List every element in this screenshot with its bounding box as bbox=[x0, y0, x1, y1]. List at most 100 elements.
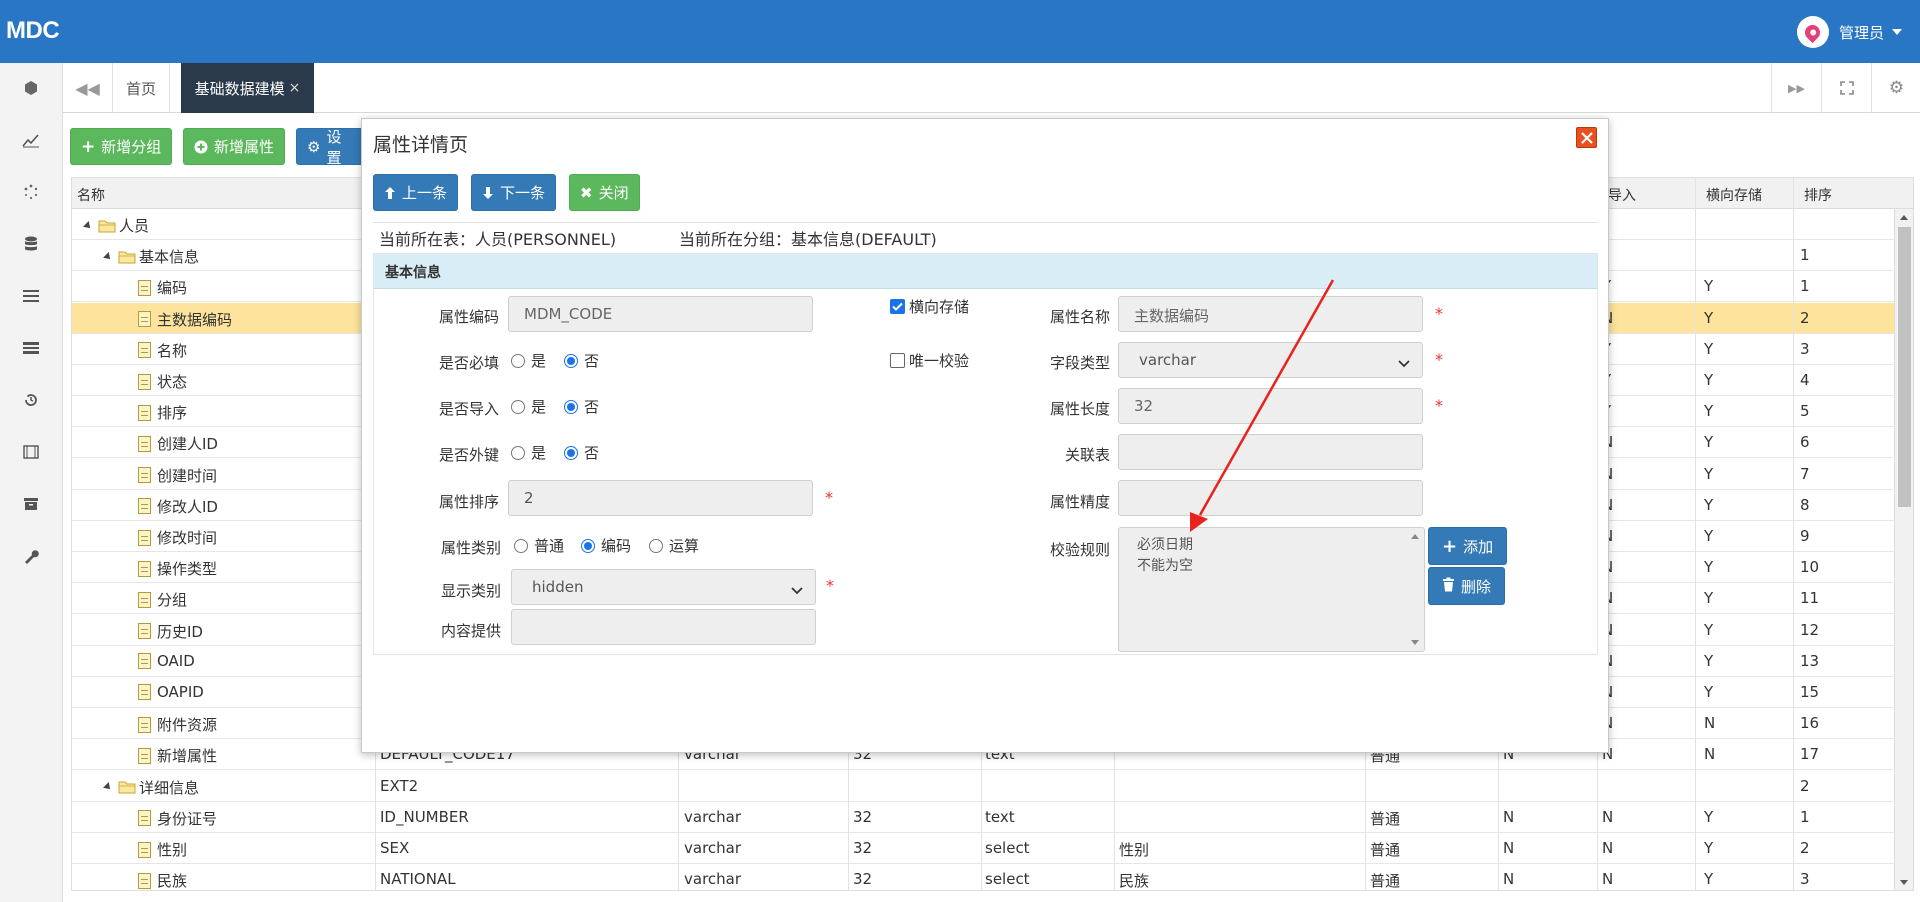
cell-required: N bbox=[1503, 807, 1515, 826]
import-yes-radio[interactable]: 是 bbox=[511, 396, 546, 417]
horizontal-storage-checkbox[interactable]: 横向存储 bbox=[890, 296, 969, 317]
display-type-select[interactable]: hidden bbox=[511, 569, 816, 605]
spinner-icon[interactable] bbox=[18, 179, 44, 205]
history-icon[interactable] bbox=[18, 387, 44, 413]
add-group-button[interactable]: + 新增分组 bbox=[70, 128, 173, 165]
tree-node[interactable]: 身份证号 bbox=[138, 808, 217, 829]
category-normal-radio[interactable]: 普通 bbox=[514, 535, 564, 556]
content-provider-field[interactable] bbox=[511, 609, 816, 645]
precision-field[interactable] bbox=[1118, 480, 1423, 516]
settings-button[interactable]: ⚙ bbox=[1871, 63, 1920, 113]
field-type-select[interactable]: varchar bbox=[1118, 342, 1423, 378]
close-dialog-button[interactable]: ✖ 关闭 bbox=[569, 174, 640, 211]
tree-node[interactable]: 历史ID bbox=[138, 621, 203, 642]
list-icon[interactable] bbox=[18, 283, 44, 309]
table-row[interactable]: 性别 SEX varchar 32 select 性别 普通 N N Y 2 bbox=[72, 833, 1913, 864]
unique-check-checkbox[interactable]: 唯一校验 bbox=[890, 350, 969, 371]
col-sort[interactable]: 排序 bbox=[1804, 185, 1832, 205]
tree-node[interactable]: 状态 bbox=[138, 371, 187, 392]
tab-label: 基础数据建模 bbox=[194, 79, 285, 98]
ref-table-field[interactable] bbox=[1118, 434, 1423, 470]
required-no-radio[interactable]: 否 bbox=[564, 350, 599, 371]
rule-item[interactable]: 必须日期 bbox=[1137, 535, 1406, 556]
delete-rule-button[interactable]: 删除 bbox=[1428, 567, 1506, 605]
tab-data-modeling[interactable]: 基础数据建模 × bbox=[181, 63, 314, 113]
tree-node[interactable]: 人员 bbox=[83, 215, 149, 236]
tree-node[interactable]: 详细信息 bbox=[103, 777, 199, 798]
tree-node[interactable]: 操作类型 bbox=[138, 558, 217, 579]
prev-record-button[interactable]: 上一条 bbox=[373, 174, 459, 211]
tree-node[interactable]: 基本信息 bbox=[103, 246, 199, 267]
settings-toolbar-button[interactable]: ⚙ 设置 bbox=[296, 128, 366, 167]
scroll-down-icon[interactable] bbox=[1411, 640, 1419, 645]
document-icon bbox=[138, 841, 151, 858]
scroll-up-icon[interactable] bbox=[1411, 534, 1419, 539]
length-field[interactable]: 32 bbox=[1118, 388, 1423, 424]
scroll-left-button[interactable]: ◀◀ bbox=[63, 63, 113, 113]
sort-field[interactable]: 2 bbox=[508, 480, 813, 516]
chart-icon[interactable] bbox=[18, 127, 44, 153]
tree-node[interactable]: OAPID bbox=[138, 683, 204, 701]
expand-caret-icon[interactable] bbox=[103, 251, 113, 262]
scroll-thumb[interactable] bbox=[1898, 227, 1911, 507]
tree-node[interactable]: 民族 bbox=[138, 870, 187, 890]
col-import[interactable]: 导入 bbox=[1608, 185, 1636, 205]
tree-node[interactable]: 新增属性 bbox=[138, 745, 217, 766]
cell-category: 普通 bbox=[1370, 809, 1401, 828]
user-menu[interactable]: 管理员 bbox=[1796, 15, 1902, 49]
rules-list[interactable]: 必须日期 不能为空 bbox=[1118, 527, 1425, 652]
tree-node[interactable]: OAID bbox=[138, 652, 195, 670]
tree-node[interactable]: 性别 bbox=[138, 839, 187, 860]
dialog-close-button[interactable] bbox=[1576, 127, 1597, 148]
fk-no-radio[interactable]: 否 bbox=[564, 442, 599, 463]
category-calc-radio[interactable]: 运算 bbox=[649, 535, 699, 556]
add-attribute-button[interactable]: 新增属性 bbox=[183, 128, 286, 165]
tree-node[interactable]: 排序 bbox=[138, 402, 187, 423]
dashboard-icon[interactable] bbox=[18, 75, 44, 101]
tree-node[interactable]: 名称 bbox=[138, 340, 187, 361]
cell-required: N bbox=[1503, 839, 1515, 857]
tree-node[interactable]: 修改时间 bbox=[138, 527, 217, 548]
category-code-radio[interactable]: 编码 bbox=[581, 535, 631, 556]
col-name[interactable]: 名称 bbox=[77, 185, 105, 205]
cell-import: N bbox=[1602, 807, 1614, 826]
tree-node[interactable]: 附件资源 bbox=[138, 714, 217, 735]
archive-icon[interactable] bbox=[18, 491, 44, 517]
table-row[interactable]: 身份证号 ID_NUMBER varchar 32 text 普通 N N Y 1 bbox=[72, 802, 1913, 833]
rule-item[interactable]: 不能为空 bbox=[1137, 556, 1406, 577]
col-horizontal-storage[interactable]: 横向存储 bbox=[1706, 185, 1762, 205]
cell-dict: 性别 bbox=[1119, 841, 1150, 859]
node-name: 性别 bbox=[157, 841, 188, 859]
scroll-down-icon[interactable] bbox=[1900, 880, 1908, 885]
tree-node[interactable]: 编码 bbox=[138, 277, 187, 298]
film-icon[interactable] bbox=[18, 439, 44, 465]
attr-code-label: 属性编码 bbox=[439, 308, 500, 326]
wrench-icon[interactable] bbox=[18, 543, 44, 569]
tab-close-icon[interactable]: × bbox=[289, 80, 301, 96]
fullscreen-button[interactable] bbox=[1821, 63, 1871, 113]
node-name: 排序 bbox=[157, 404, 188, 423]
tree-node[interactable]: 修改人ID bbox=[138, 496, 218, 517]
tab-home[interactable]: 首页 bbox=[113, 63, 170, 113]
import-no-radio[interactable]: 否 bbox=[564, 396, 599, 417]
expand-caret-icon[interactable] bbox=[103, 782, 113, 793]
grid-scrollbar[interactable] bbox=[1894, 209, 1913, 890]
table-icon[interactable] bbox=[18, 335, 44, 361]
scroll-up-icon[interactable] bbox=[1900, 215, 1908, 220]
next-record-button[interactable]: 下一条 bbox=[471, 174, 557, 211]
table-row[interactable]: 详细信息 EXT2 2 bbox=[72, 771, 1913, 802]
fk-yes-radio[interactable]: 是 bbox=[511, 442, 546, 463]
expand-caret-icon[interactable] bbox=[83, 220, 93, 231]
tree-node[interactable]: 创建人ID bbox=[138, 433, 218, 454]
tree-node[interactable]: 分组 bbox=[138, 589, 187, 610]
tree-node[interactable]: 创建时间 bbox=[138, 465, 217, 486]
precision-label: 属性精度 bbox=[1050, 493, 1111, 511]
attr-name-field[interactable]: 主数据编码 bbox=[1118, 296, 1423, 332]
attr-code-field[interactable]: MDM_CODE bbox=[508, 296, 813, 332]
add-rule-button[interactable]: + 添加 bbox=[1428, 527, 1508, 565]
database-icon[interactable] bbox=[18, 231, 44, 257]
required-yes-radio[interactable]: 是 bbox=[511, 350, 546, 371]
scroll-right-button[interactable]: ▶▶ bbox=[1771, 63, 1821, 113]
tree-node[interactable]: 主数据编码 bbox=[138, 309, 232, 330]
table-row[interactable]: 民族 NATIONAL varchar 32 select 民族 普通 N N Y 3 bbox=[72, 864, 1913, 890]
